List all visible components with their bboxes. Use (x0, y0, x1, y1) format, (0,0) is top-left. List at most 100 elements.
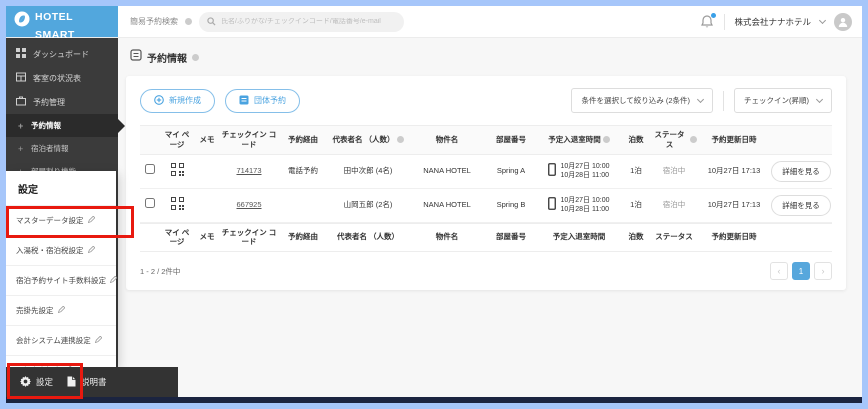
property-cell: NANA HOTEL (423, 165, 471, 175)
main-content: 予約情報 新規作成 団体予約 条件を選択して絞り込み (2条件) チェックイン(… (118, 38, 862, 397)
sidebar-item-label: 宿泊者情報 (31, 144, 69, 153)
pencil-icon (109, 275, 118, 285)
toolbar-divider (723, 90, 724, 111)
quick-search-info-icon[interactable] (185, 18, 192, 25)
col-checkin-code: チェックイン コード (221, 227, 277, 247)
time-out: 10月28日 11:00 (560, 206, 609, 213)
checkin-code-link[interactable]: 667925 (236, 200, 261, 209)
col-memo: メモ (199, 134, 215, 144)
header-divider (724, 13, 726, 30)
time-info-icon[interactable] (602, 136, 610, 144)
details-button[interactable]: 詳細を見る (771, 194, 831, 216)
circle-plus-icon (154, 94, 164, 107)
plus-icon: + (18, 120, 24, 131)
document-icon (67, 376, 76, 389)
row-checkbox[interactable] (145, 164, 155, 175)
reservation-card: 新規作成 団体予約 条件を選択して絞り込み (2条件) チェックイン(昇順) マ… (126, 76, 846, 290)
manual-button[interactable]: 説明書 (67, 376, 107, 389)
status-info-icon[interactable] (690, 136, 697, 144)
chevron-down-icon (815, 95, 824, 103)
logo-title: HOTEL SMART (35, 10, 75, 41)
col-via: 予約経由 (288, 232, 318, 242)
company-name[interactable]: 株式会社ナナホテル (734, 16, 811, 28)
updated-cell: 10月27日 17:13 (707, 165, 761, 175)
popup-item-accounting-link[interactable]: 会計システム連携設定 (6, 325, 116, 355)
group-reservation-icon (239, 95, 249, 107)
search-bar[interactable] (199, 11, 404, 32)
sidebar-item-reservation-management[interactable]: 予約管理 (6, 90, 118, 114)
pencil-icon (87, 245, 95, 255)
popup-item-label: マスターデータ設定 (16, 216, 84, 225)
popup-item-master-data[interactable]: マスターデータ設定 (6, 205, 116, 235)
col-property: 物件名 (435, 134, 459, 144)
reservation-management-icon (16, 96, 26, 108)
table-row: 667925 山岡五郎 (2名) NANA HOTEL Spring B 10月… (140, 189, 832, 223)
popup-item-bath-tax[interactable]: 入湯税・宿泊税設定 (6, 235, 116, 265)
col-updated: 予約更新日時 (711, 134, 757, 144)
details-button[interactable]: 詳細を見る (771, 160, 831, 182)
pencil-icon (57, 305, 65, 315)
sidebar-item-label: 予約管理 (33, 97, 65, 107)
col-memo: メモ (199, 232, 215, 242)
reservation-table: マイ ページ メモ チェックイン コード 予約経由 代表者名 （人数） 物件名 … (140, 125, 832, 252)
col-checkin-code: チェックイン コード (221, 130, 277, 149)
representative-info-icon[interactable] (396, 136, 404, 144)
sidebar-item-dashboard[interactable]: ダッシュボード (6, 42, 118, 66)
notification-dot (711, 13, 717, 18)
col-nights: 泊数 (628, 232, 644, 242)
search-icon (207, 13, 216, 31)
reservation-info-icon (130, 48, 142, 66)
sidebar-item-label: 客室の状況表 (33, 73, 81, 83)
prev-page-button[interactable]: ‹ (770, 262, 788, 280)
avatar[interactable] (834, 12, 852, 31)
qr-code-icon[interactable] (170, 162, 184, 178)
col-time: 予定入退室時間 (552, 232, 606, 242)
popup-item-ota-fee[interactable]: 宿泊予約サイト手数料設定 (6, 265, 118, 295)
settings-button[interactable]: 設定 (20, 375, 53, 389)
page-1-button[interactable]: 1 (792, 262, 810, 280)
logo[interactable]: ホテルスマート HOTEL SMART (6, 6, 118, 41)
sidebar-item-label: ダッシュボード (33, 49, 89, 59)
door-icon (548, 197, 557, 213)
row-checkbox[interactable] (145, 198, 155, 209)
sort-order-label: チェックイン(昇順) (744, 96, 809, 105)
door-icon (548, 163, 557, 179)
settings-popup-title: 設定 (18, 185, 38, 196)
group-reservation-button[interactable]: 団体予約 (225, 88, 300, 113)
popup-item-label: 入湯税・宿泊税設定 (16, 246, 84, 255)
qr-code-icon[interactable] (170, 196, 184, 212)
sort-order-dropdown[interactable]: チェックイン(昇順) (734, 88, 832, 113)
col-representative: 代表者名 （人数） (336, 232, 400, 242)
col-representative: 代表者名 （人数） (332, 134, 395, 144)
col-status: ステータス (655, 232, 693, 242)
bottom-navy-strip (6, 397, 862, 403)
col-time: 予定入退室時間 (548, 134, 601, 144)
chevron-down-icon[interactable] (818, 16, 827, 24)
notification-bell-icon[interactable] (700, 13, 717, 29)
popup-item-receivables[interactable]: 売掛先設定 (6, 295, 116, 325)
sidebar-item-room-status[interactable]: 客室の状況表 (6, 66, 118, 90)
sidebar-item-guest-info[interactable]: + 宿泊者情報 (6, 137, 118, 160)
col-room: 部屋番号 (496, 134, 526, 144)
page-title-info-icon[interactable] (192, 53, 199, 61)
group-reservation-label: 団体予約 (254, 96, 286, 105)
next-page-button[interactable]: › (814, 262, 832, 280)
checkin-code-link[interactable]: 714173 (236, 166, 261, 175)
plus-icon: + (18, 143, 24, 154)
sidebar-bottom-bar: 設定 説明書 (6, 367, 178, 397)
hotelsmart-logo-icon (14, 11, 30, 32)
pencil-icon (94, 335, 103, 345)
new-reservation-button[interactable]: 新規作成 (140, 88, 215, 113)
filter-conditions-label: 条件を選択して絞り込み (2条件) (581, 96, 690, 105)
popup-item-label: 会計システム連携設定 (16, 336, 91, 345)
quick-search-label: 簡易予約検索 (130, 17, 178, 26)
screenshot-frame: ホテルスマート HOTEL SMART 簡易予約検索 株式会社ナナホテル (0, 0, 868, 409)
page-title: 予約情報 (147, 53, 187, 65)
table-header-row: マイ ページ メモ チェックイン コード 予約経由 代表者名 （人数） 物件名 … (140, 125, 832, 155)
room-cell: Spring B (496, 199, 526, 209)
via-cell (278, 199, 328, 211)
filter-conditions-dropdown[interactable]: 条件を選択して絞り込み (2条件) (571, 88, 713, 113)
sidebar-item-reservation-info[interactable]: + 予約情報 (6, 114, 125, 137)
room-cell: Spring A (496, 165, 526, 175)
search-input[interactable] (221, 18, 396, 25)
